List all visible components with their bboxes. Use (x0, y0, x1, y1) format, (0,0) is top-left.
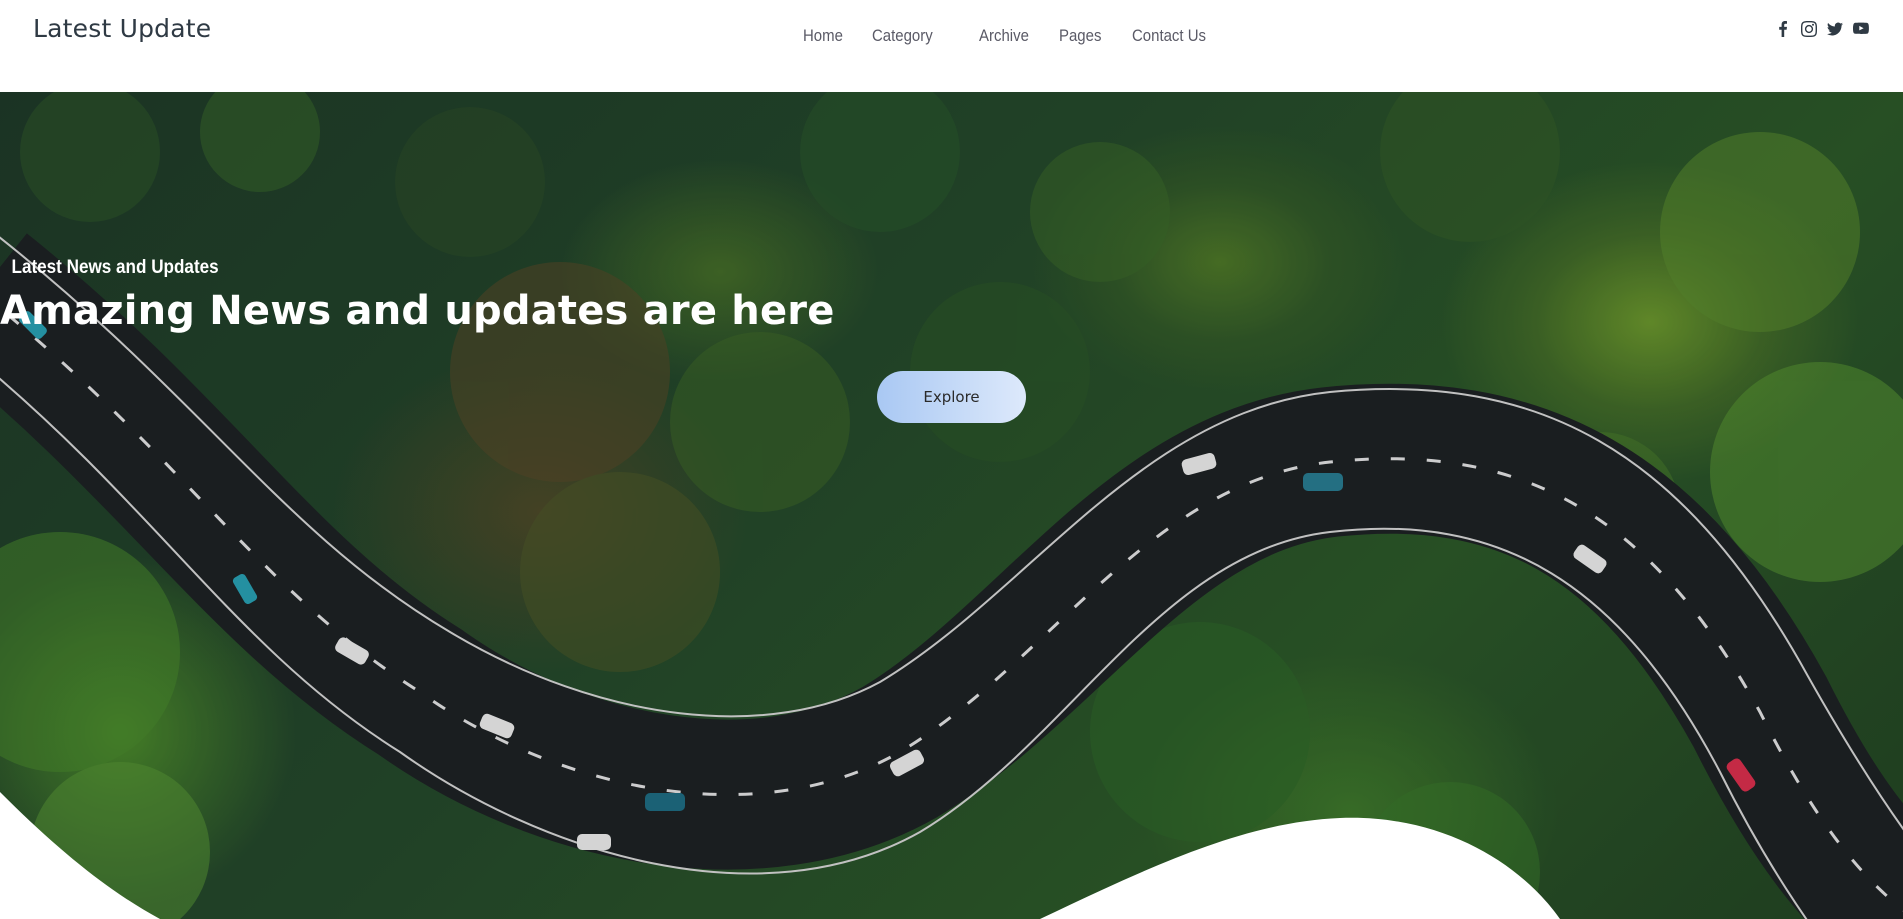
instagram-icon[interactable] (1801, 21, 1817, 37)
social-links (1775, 21, 1869, 37)
nav-home[interactable]: Home (803, 26, 848, 46)
nav-contact-us[interactable]: Contact Us (1132, 26, 1216, 46)
nav-archive[interactable]: Archive (979, 26, 1036, 46)
twitter-icon[interactable] (1827, 21, 1843, 37)
navbar: Latest Update Home Category Archive Page… (0, 0, 1903, 92)
facebook-icon[interactable] (1775, 21, 1791, 37)
bottom-wave-shape (0, 792, 1560, 919)
youtube-icon[interactable] (1853, 21, 1869, 37)
site-brand[interactable]: Latest Update (33, 14, 211, 43)
nav-pages[interactable]: Pages (1059, 26, 1107, 46)
hero-banner: Latest News and Updates Amazing News and… (0, 92, 1903, 919)
nav-category[interactable]: Category (872, 26, 941, 46)
